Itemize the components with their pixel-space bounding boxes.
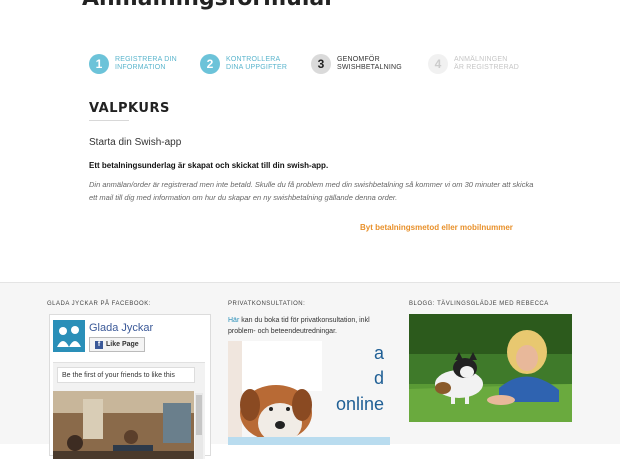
step-1: 1 Registrera din information	[89, 53, 177, 75]
step-3: 3 Genomför swishbetalning	[311, 53, 402, 75]
facebook-heading: GLADA JYCKAR PÅ FACEBOOK:	[47, 301, 151, 307]
blog-photo	[409, 314, 572, 422]
friends-like-text: Be the first of your friends to like thi…	[57, 367, 195, 383]
page-title: Anmälningsformulär	[82, 0, 335, 11]
step-number: 1	[89, 54, 109, 74]
invoice-created-text: Ett betalningsunderlag är skapat och ski…	[89, 161, 329, 170]
step-2: 2 Kontrollera dina uppgifter	[200, 53, 287, 75]
promo-text-line: a	[373, 343, 384, 363]
facebook-widget: Glada Jyckar f Like Page Be the first of…	[49, 314, 211, 459]
order-title: VALPKURS	[89, 101, 170, 116]
facebook-page-name[interactable]: Glada Jyckar	[89, 322, 153, 334]
footer: GLADA JYCKAR PÅ FACEBOOK: PRIVATKONSULTA…	[0, 282, 620, 459]
blog-heading: BLOGG: TÄVLINGSGLÄDJE MED REBECCA	[409, 301, 549, 307]
facebook-icon: f	[95, 340, 103, 349]
consult-promo-image[interactable]: a d online	[228, 341, 390, 445]
facebook-post-photo[interactable]	[53, 391, 194, 459]
blog-image[interactable]	[409, 314, 572, 422]
consult-booking-link[interactable]: Här	[228, 317, 239, 324]
consult-text: Här kan du boka tid för privatkonsultati…	[228, 315, 398, 337]
step-label: Genomför swishbetalning	[337, 56, 402, 71]
consult-description: kan du boka tid för privatkonsultation, …	[228, 317, 370, 335]
swish-start-text: Starta din Swish-app	[89, 137, 182, 148]
consult-heading: PRIVATKONSULTATION:	[228, 301, 306, 307]
promo-text-line: d	[373, 368, 384, 388]
like-page-button[interactable]: f Like Page	[89, 337, 145, 352]
step-number: 3	[311, 54, 331, 74]
step-4: 4 Anmälningen är registrerad	[428, 53, 519, 75]
payment-info-text: Din anmälan/order är registrerad men int…	[89, 180, 534, 202]
change-payment-method-link[interactable]: Byt betalningsmetod eller mobilnummer	[360, 223, 513, 232]
like-page-label: Like Page	[106, 341, 139, 348]
step-number: 4	[428, 54, 448, 74]
step-label: Registrera din information	[115, 56, 177, 71]
step-label: Kontrollera dina uppgifter	[226, 56, 288, 71]
scrollbar-thumb[interactable]	[196, 395, 202, 435]
facebook-feed: Be the first of your friends to like thi…	[53, 362, 205, 459]
promo-text-line: online	[335, 394, 384, 414]
checkout-steps: 1 Registrera din information 2 Kontrolle…	[89, 53, 559, 77]
feed-scrollbar[interactable]	[195, 393, 203, 459]
dog-photo	[228, 341, 390, 445]
step-label: Anmälningen är registrerad	[454, 56, 520, 71]
page-logo-icon[interactable]	[53, 320, 85, 352]
step-number: 2	[200, 54, 220, 74]
title-divider	[89, 120, 129, 121]
